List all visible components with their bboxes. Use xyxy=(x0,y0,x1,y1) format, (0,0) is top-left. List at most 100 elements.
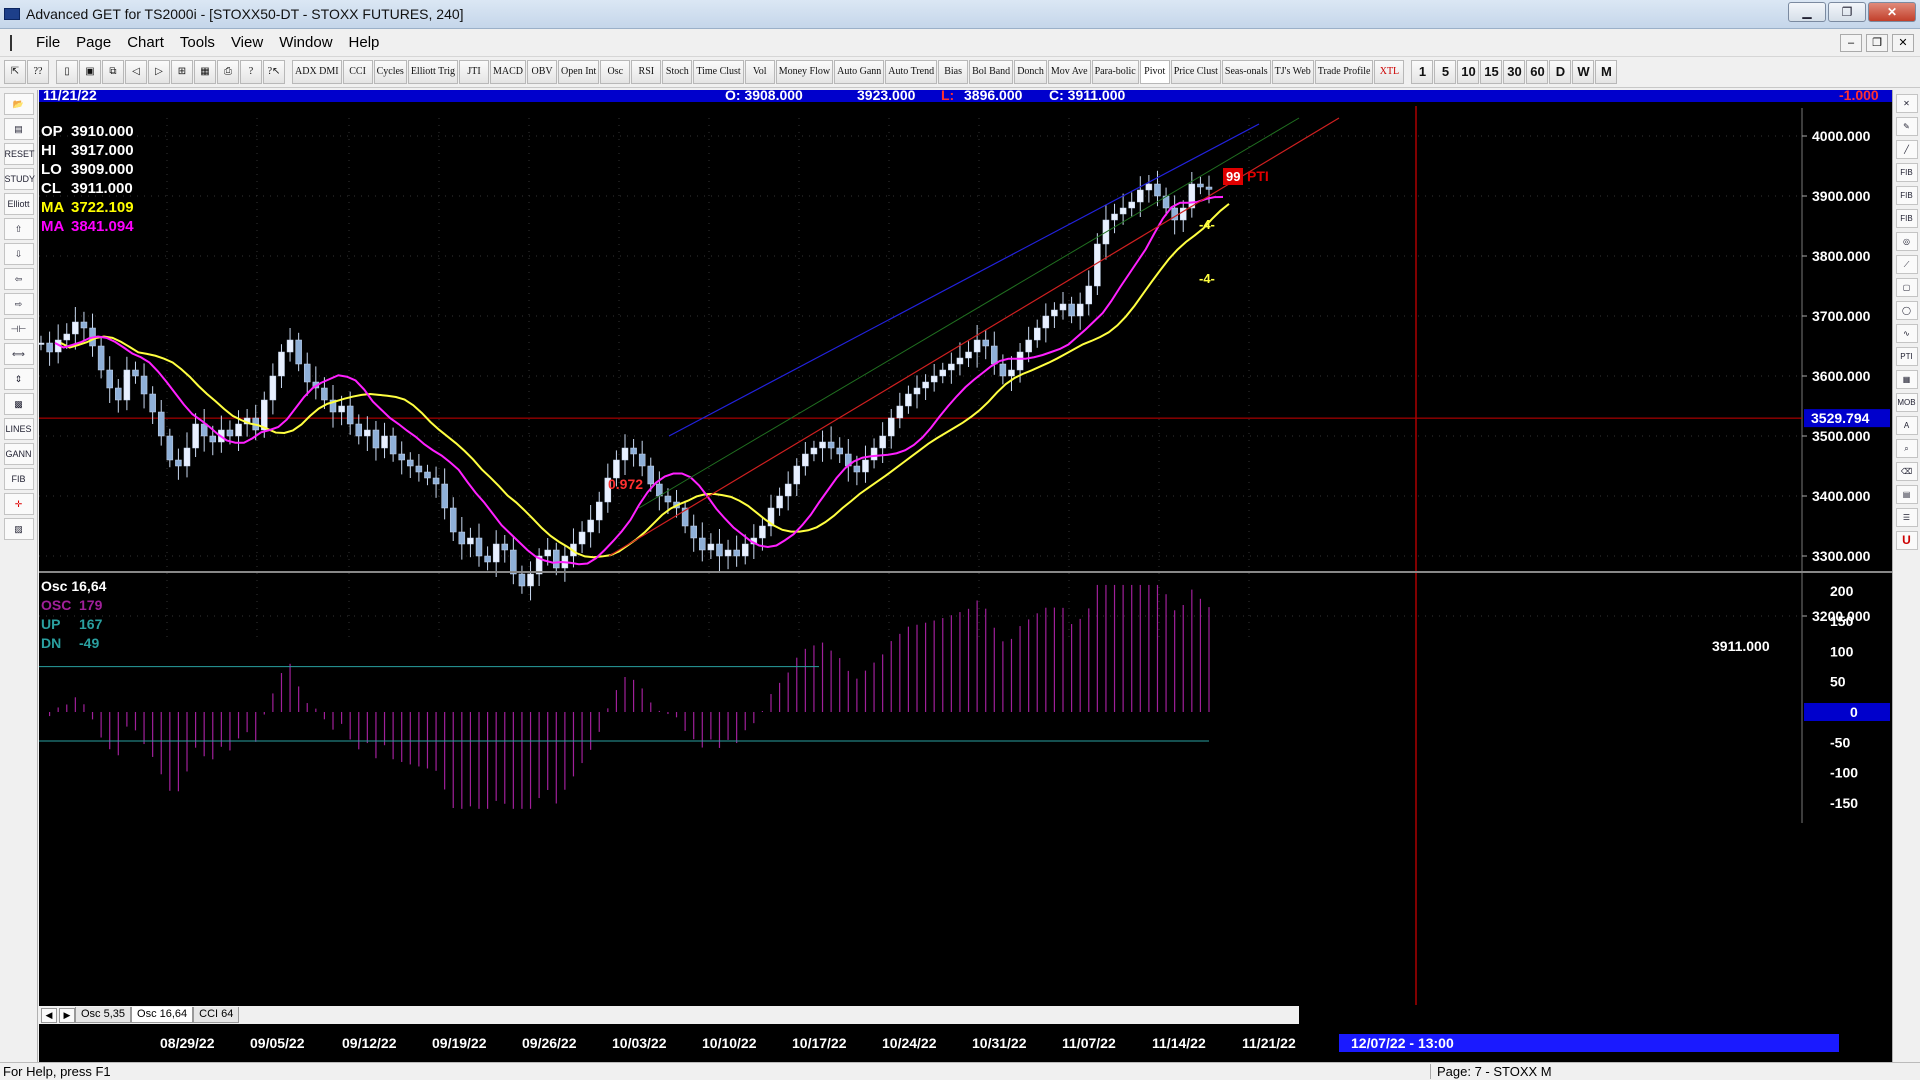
study-button-jti[interactable]: JTI xyxy=(459,60,490,84)
right-arrow-icon[interactable]: ⇨ xyxy=(3,293,34,315)
eraser-icon[interactable]: ⌫ xyxy=(1895,462,1918,481)
box-icon[interactable]: ▩ xyxy=(3,393,34,415)
period-button-30[interactable]: 30 xyxy=(1503,60,1526,84)
study-button-para-bolic[interactable]: Para-bolic xyxy=(1091,60,1139,84)
menu-file[interactable]: File xyxy=(28,34,68,51)
period-button-5[interactable]: 5 xyxy=(1434,60,1457,84)
tab-cci-64[interactable]: CCI 64 xyxy=(193,1007,240,1023)
study-button-money-flow[interactable]: Money Flow xyxy=(775,60,834,84)
help-icon[interactable]: ?? xyxy=(27,60,49,84)
elliott-icon[interactable]: Elliott xyxy=(3,193,34,215)
study-button-xtl[interactable]: XTL xyxy=(1374,60,1405,84)
new-icon[interactable]: ▯ xyxy=(56,60,78,84)
period-button-1[interactable]: 1 xyxy=(1411,60,1434,84)
menu-view[interactable]: View xyxy=(223,34,271,51)
menu-help[interactable]: Help xyxy=(341,34,388,51)
back-icon[interactable]: ◁ xyxy=(125,60,147,84)
study-button-auto-gann[interactable]: Auto Gann xyxy=(834,60,885,84)
study-button-auto-trend[interactable]: Auto Trend xyxy=(885,60,938,84)
study-button-tj-s-web[interactable]: TJ's Web xyxy=(1271,60,1314,84)
mob-tool-icon[interactable]: MOB xyxy=(1895,393,1918,412)
chart-svg[interactable]: 11/21/22 O: 3908.000 3923.000 L: 3896.000 C: … xyxy=(39,90,1892,1063)
study-button-seas-onals[interactable]: Seas-onals xyxy=(1221,60,1271,84)
document-icon[interactable] xyxy=(10,34,24,51)
magnify-icon[interactable]: ⌕ xyxy=(1895,439,1918,458)
menu-tools[interactable]: Tools xyxy=(172,34,223,51)
period-button-w[interactable]: W xyxy=(1572,60,1595,84)
menu-chart[interactable]: Chart xyxy=(119,34,172,51)
study-button-donch[interactable]: Donch xyxy=(1014,60,1047,84)
tab-osc-5-35[interactable]: Osc 5,35 xyxy=(75,1007,132,1023)
close-x-icon[interactable]: ✕ xyxy=(1895,94,1918,113)
study-button-trade-profile[interactable]: Trade Profile xyxy=(1314,60,1374,84)
mdi-restore-button[interactable]: ❐ xyxy=(1866,34,1888,52)
text-tool-icon[interactable]: A xyxy=(1895,416,1918,435)
fib-ret-icon[interactable]: FIB xyxy=(1895,163,1918,182)
updown-icon[interactable]: ⇕ xyxy=(3,368,34,390)
pencil-icon[interactable]: ✎ xyxy=(1895,117,1918,136)
study-button-osc[interactable]: Osc xyxy=(600,60,631,84)
fan-tool-icon[interactable]: ⟋ xyxy=(1895,255,1918,274)
period-button-60[interactable]: 60 xyxy=(1526,60,1549,84)
period-button-10[interactable]: 10 xyxy=(1457,60,1480,84)
wave-tool-icon[interactable]: ∿ xyxy=(1895,324,1918,343)
square-tool-icon[interactable]: ▢ xyxy=(1895,278,1918,297)
tile-icon[interactable]: ▦ xyxy=(194,60,216,84)
close-button[interactable]: ✕ xyxy=(1868,2,1916,22)
circle-tool-icon[interactable]: ◎ xyxy=(1895,232,1918,251)
chart-area[interactable]: 11/21/22 O: 3908.000 3923.000 L: 3896.000 C: … xyxy=(39,90,1892,1063)
fib-icon[interactable]: FIB xyxy=(3,468,34,490)
period-button-d[interactable]: D xyxy=(1549,60,1572,84)
study-button-time-clust[interactable]: Time Clust xyxy=(693,60,744,84)
tab-osc-16-64[interactable]: Osc 16,64 xyxy=(131,1007,194,1023)
line-tool-icon[interactable]: ╱ xyxy=(1895,140,1918,159)
up-arrow-icon[interactable]: ⇧ xyxy=(3,218,34,240)
pointer-icon[interactable]: ⇱ xyxy=(4,60,26,84)
print-icon[interactable]: ⎙ xyxy=(217,60,239,84)
zoom-icon[interactable]: ▤ xyxy=(3,118,34,140)
u-icon[interactable]: U xyxy=(1895,531,1918,550)
study-button-price-clust[interactable]: Price Clust xyxy=(1170,60,1221,84)
menu-window[interactable]: Window xyxy=(271,34,340,51)
study-button-adx-dmi[interactable]: ADX DMI xyxy=(292,60,342,84)
study-button-rsi[interactable]: RSI xyxy=(631,60,662,84)
menu-page[interactable]: Page xyxy=(68,34,119,51)
tab-next-icon[interactable]: ▶ xyxy=(59,1007,75,1023)
copy-icon[interactable]: ⧉ xyxy=(102,60,124,84)
study-button-vol[interactable]: Vol xyxy=(744,60,775,84)
study-button-open-int[interactable]: Open Int xyxy=(558,60,600,84)
compress-icon[interactable]: ⊣⊢ xyxy=(3,318,34,340)
study-icon[interactable]: STUDY xyxy=(3,168,35,190)
layers-icon[interactable]: ▨ xyxy=(3,518,34,540)
grid-icon[interactable]: ⊞ xyxy=(171,60,193,84)
study-button-stoch[interactable]: Stoch xyxy=(662,60,693,84)
study-button-cci[interactable]: CCI xyxy=(342,60,373,84)
table-icon[interactable]: ▤ xyxy=(1895,485,1918,504)
grid-tool-icon[interactable]: ▦ xyxy=(1895,370,1918,389)
study-button-elliott-trig[interactable]: Elliott Trig xyxy=(407,60,459,84)
tab-prev-icon[interactable]: ◀ xyxy=(41,1007,57,1023)
left-arrow-icon[interactable]: ⇦ xyxy=(3,268,34,290)
lines-icon[interactable]: LINES xyxy=(3,418,34,440)
ellipse-tool-icon[interactable]: ◯ xyxy=(1895,301,1918,320)
study-button-mov-ave[interactable]: Mov Ave xyxy=(1047,60,1091,84)
forward-icon[interactable]: ▷ xyxy=(148,60,170,84)
crosshair-icon[interactable]: ✛ xyxy=(3,493,34,515)
period-button-15[interactable]: 15 xyxy=(1480,60,1503,84)
folder-icon[interactable]: 📂 xyxy=(3,93,34,115)
study-button-cycles[interactable]: Cycles xyxy=(373,60,407,84)
reset-icon[interactable]: RESET xyxy=(3,143,35,165)
whatsthis-icon[interactable]: ?↖ xyxy=(263,60,285,84)
list-icon[interactable]: ☰ xyxy=(1895,508,1918,527)
down-arrow-icon[interactable]: ⇩ xyxy=(3,243,34,265)
expand-icon[interactable]: ⟺ xyxy=(3,343,34,365)
period-button-m[interactable]: M xyxy=(1595,60,1618,84)
fib-time-icon[interactable]: FIB xyxy=(1895,209,1918,228)
study-button-pivot[interactable]: Pivot xyxy=(1139,60,1170,84)
mdi-minimize-button[interactable]: ‒ xyxy=(1840,34,1862,52)
fib-ext-icon[interactable]: FIB xyxy=(1895,186,1918,205)
info-icon[interactable]: ? xyxy=(240,60,262,84)
mdi-close-button[interactable]: ✕ xyxy=(1892,34,1914,52)
study-button-bol-band[interactable]: Bol Band xyxy=(969,60,1014,84)
minimize-button[interactable]: ▁ xyxy=(1788,2,1826,22)
